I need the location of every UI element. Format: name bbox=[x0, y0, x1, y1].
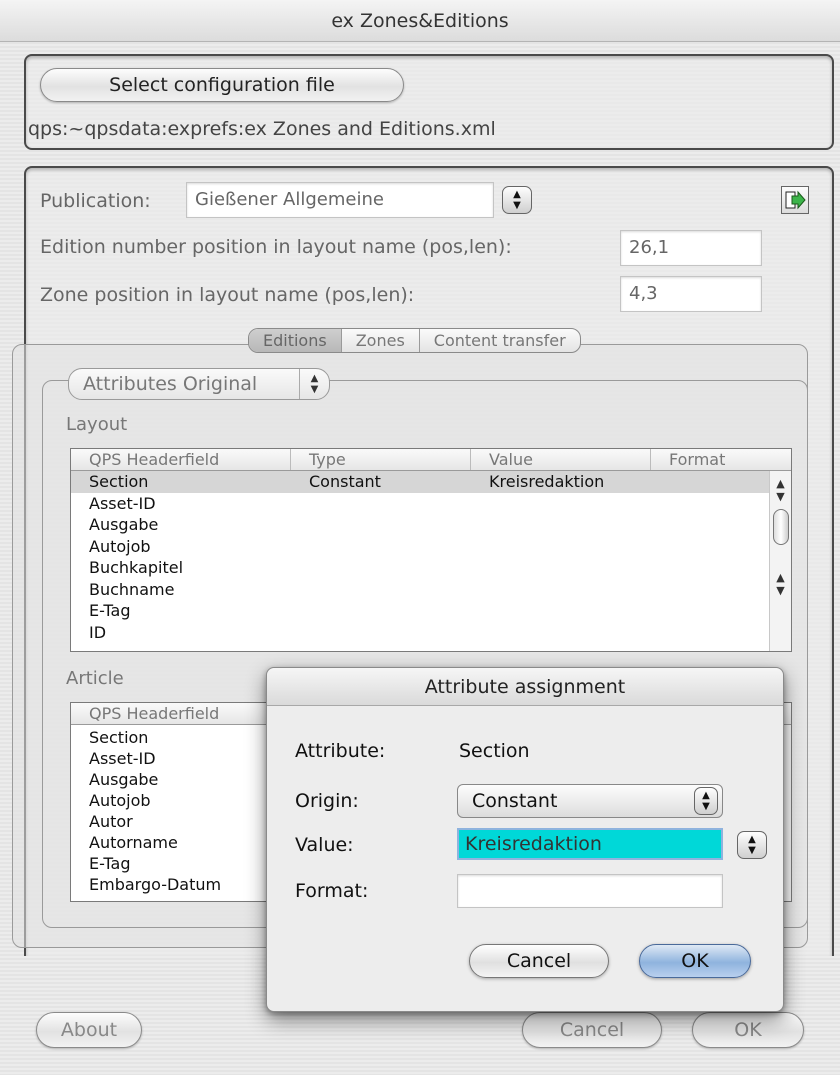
article-caption: Article bbox=[66, 668, 124, 689]
row-field: Autojob bbox=[89, 791, 151, 810]
scroll-up-arrow-icon[interactable]: ▲ bbox=[770, 571, 791, 584]
row-value: Kreisredaktion bbox=[489, 472, 605, 491]
format-label: Format: bbox=[295, 880, 369, 902]
row-field: Asset-ID bbox=[89, 749, 156, 768]
config-box: Select configuration file qps:~qpsdata:e… bbox=[24, 54, 834, 150]
row-field: ID bbox=[89, 622, 107, 642]
zone-field[interactable]: 4,3 bbox=[620, 276, 762, 312]
attributes-popup-label: Attributes Original bbox=[83, 373, 258, 395]
scroll-thumb[interactable] bbox=[772, 509, 789, 545]
dialog-cancel-button[interactable]: Cancel bbox=[469, 944, 609, 978]
origin-popup[interactable]: Constant ▲ ▼ bbox=[457, 784, 723, 818]
value-field[interactable]: Kreisredaktion bbox=[457, 828, 723, 860]
table-row[interactable]: ID bbox=[71, 622, 769, 644]
row-field: Autorname bbox=[89, 833, 178, 852]
origin-arrows-icon: ▲ ▼ bbox=[694, 787, 718, 815]
col-format[interactable]: Format bbox=[651, 449, 791, 470]
edition-field[interactable]: 26,1 bbox=[620, 230, 762, 266]
row-field: Section bbox=[89, 728, 149, 747]
row-field: E-Tag bbox=[89, 601, 131, 620]
row-field: Autor bbox=[89, 812, 133, 831]
publication-field[interactable]: Gießener Allgemeine bbox=[186, 182, 494, 218]
attribute-value: Section bbox=[459, 740, 530, 762]
col-qps-headerfield[interactable]: QPS Headerfield bbox=[71, 449, 291, 470]
select-config-button[interactable]: Select configuration file bbox=[40, 68, 404, 102]
table-row[interactable]: Buchname bbox=[71, 579, 769, 601]
layout-scrollbar[interactable]: ▲ ▼ ▲ ▼ bbox=[769, 471, 791, 651]
layout-table-header: QPS Headerfield Type Value Format bbox=[71, 449, 791, 471]
value-stepper[interactable]: ▲ ▼ bbox=[737, 831, 767, 859]
publication-stepper[interactable]: ▲ ▼ bbox=[502, 186, 532, 214]
ok-button[interactable]: OK bbox=[692, 1012, 804, 1048]
tab-content-transfer[interactable]: Content transfer bbox=[420, 329, 580, 352]
table-row[interactable]: Buchkapitel bbox=[71, 557, 769, 579]
tab-editions[interactable]: Editions bbox=[249, 329, 342, 352]
about-button[interactable]: About bbox=[36, 1012, 142, 1048]
row-field: Ausgabe bbox=[89, 515, 159, 534]
zone-label: Zone position in layout name (pos,len): bbox=[40, 284, 415, 306]
table-row[interactable]: Ausgabe bbox=[71, 514, 769, 536]
config-path: qps:~qpsdata:exprefs:ex Zones and Editio… bbox=[28, 118, 496, 140]
popup-arrows-icon: ▲ ▼ bbox=[299, 369, 329, 399]
row-type: Constant bbox=[309, 472, 381, 491]
origin-popup-value: Constant bbox=[472, 790, 558, 812]
layout-table-body: Section Constant Kreisredaktion Asset-ID A… bbox=[71, 471, 769, 643]
table-row[interactable]: Autojob bbox=[71, 536, 769, 558]
col-qps-headerfield[interactable]: QPS Headerfield bbox=[71, 703, 291, 724]
cancel-button[interactable]: Cancel bbox=[522, 1012, 662, 1048]
origin-label: Origin: bbox=[295, 790, 359, 812]
tab-bar: Editions Zones Content transfer bbox=[248, 328, 581, 353]
dialog-ok-button[interactable]: OK bbox=[639, 944, 751, 978]
row-field: Section bbox=[89, 472, 149, 491]
row-field: Ausgabe bbox=[89, 770, 159, 789]
layout-caption: Layout bbox=[66, 414, 128, 435]
table-row[interactable]: E-Tag bbox=[71, 600, 769, 622]
tab-zones[interactable]: Zones bbox=[342, 329, 420, 352]
layout-table: QPS Headerfield Type Value Format Sectio… bbox=[70, 448, 792, 652]
publication-label: Publication: bbox=[40, 190, 151, 212]
row-field: Asset-ID bbox=[89, 493, 156, 513]
scroll-up-arrow-icon[interactable]: ▲ bbox=[770, 477, 791, 490]
format-field[interactable] bbox=[457, 874, 723, 908]
row-field: Buchname bbox=[89, 579, 175, 599]
col-type[interactable]: Type bbox=[291, 449, 471, 470]
scroll-down-arrow-icon[interactable]: ▼ bbox=[770, 584, 791, 597]
dialog-title: Attribute assignment bbox=[267, 668, 783, 706]
row-field: Buchkapitel bbox=[89, 558, 184, 577]
row-field: E-Tag bbox=[89, 854, 131, 873]
row-field: Autojob bbox=[89, 536, 151, 556]
table-row[interactable]: Asset-ID bbox=[71, 493, 769, 515]
edition-label: Edition number position in layout name (… bbox=[40, 236, 512, 258]
export-arrow-icon[interactable] bbox=[781, 186, 809, 214]
col-value[interactable]: Value bbox=[471, 449, 651, 470]
window-title: ex Zones&Editions bbox=[0, 0, 840, 42]
table-row[interactable]: Section Constant Kreisredaktion bbox=[71, 471, 769, 493]
value-label: Value: bbox=[295, 834, 354, 856]
attribute-label: Attribute: bbox=[295, 740, 386, 762]
scroll-down-arrow-icon[interactable]: ▼ bbox=[770, 490, 791, 503]
attributes-popup[interactable]: Attributes Original ▲ ▼ bbox=[68, 368, 330, 400]
row-field: Embargo-Datum bbox=[89, 875, 222, 894]
attribute-assignment-dialog: Attribute assignment Attribute: Section … bbox=[266, 667, 784, 1012]
